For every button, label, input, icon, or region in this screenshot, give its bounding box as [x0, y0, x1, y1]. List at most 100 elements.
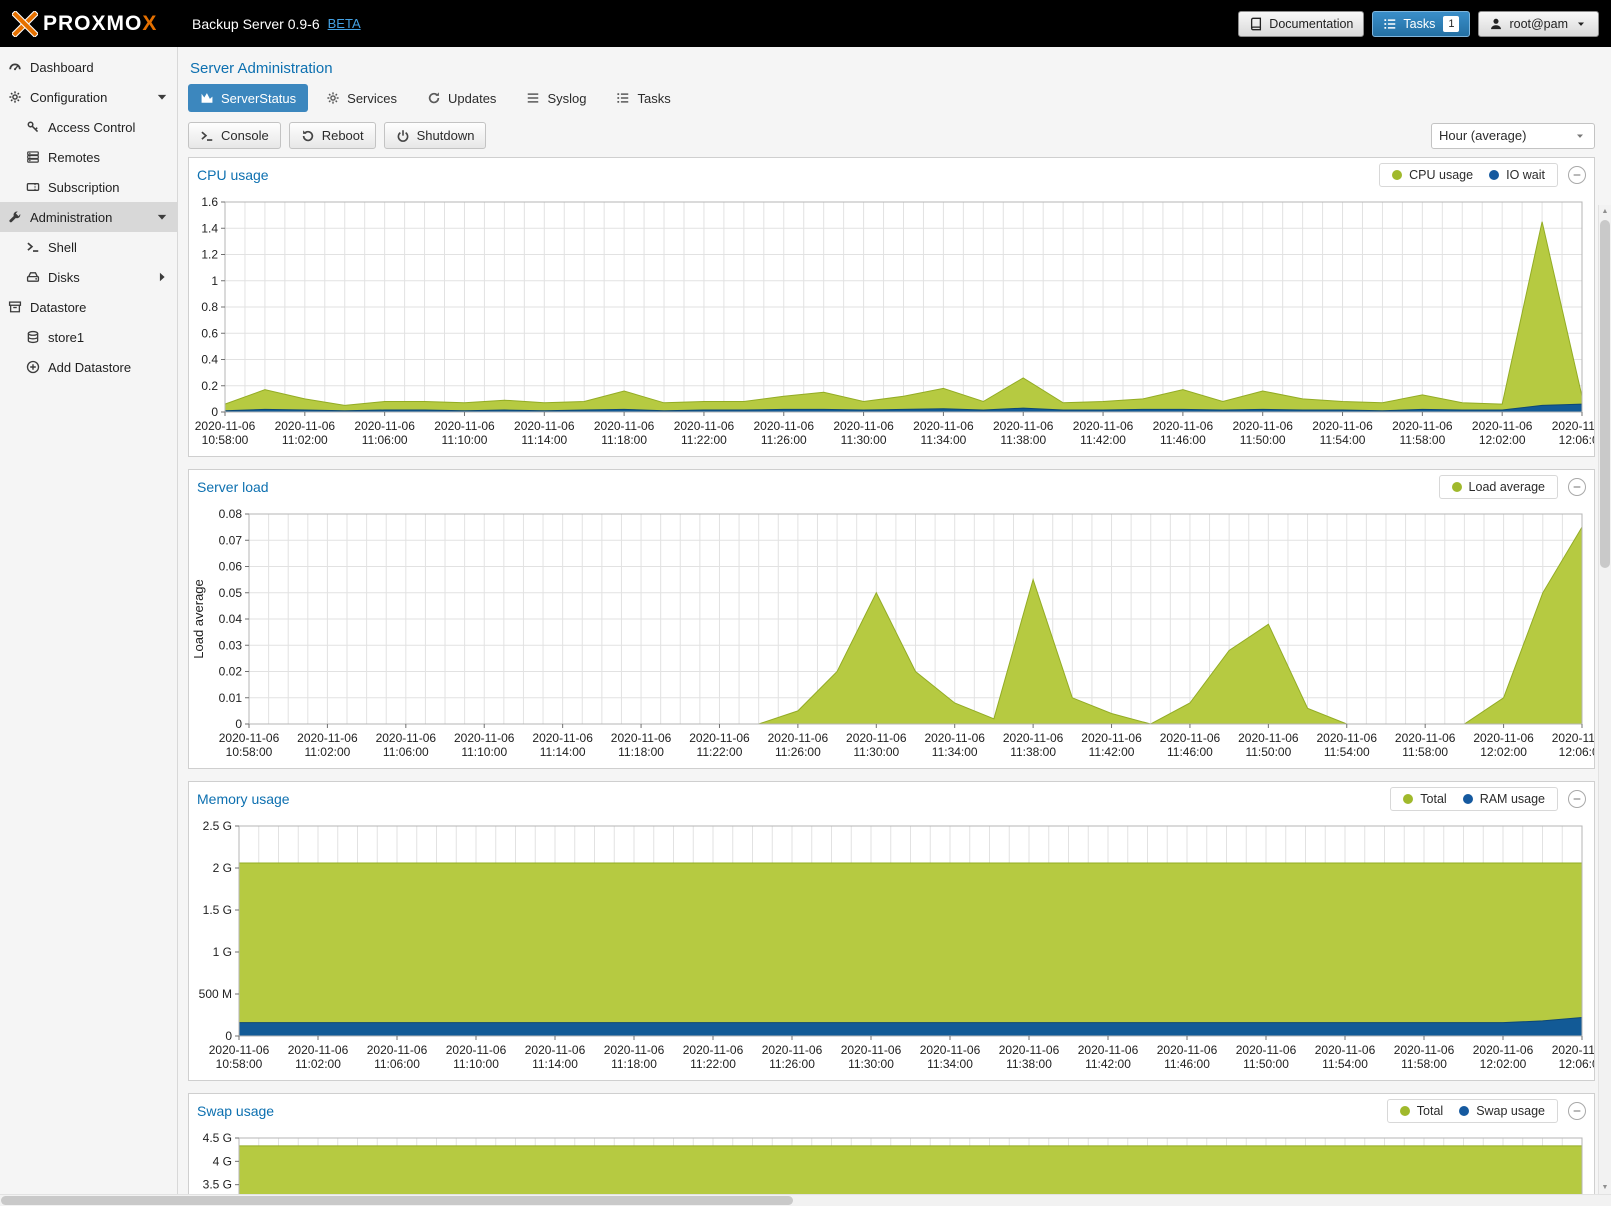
- svg-text:10:58:00: 10:58:00: [216, 1057, 263, 1071]
- collapse-panel-button[interactable]: [1568, 790, 1586, 808]
- documentation-button[interactable]: Documentation: [1238, 11, 1364, 37]
- svg-text:11:54:00: 11:54:00: [1320, 433, 1366, 447]
- button-label: Console: [221, 128, 269, 143]
- panel-title: CPU usage: [197, 167, 269, 183]
- sidebar-item-add-datastore[interactable]: Add Datastore: [0, 352, 177, 382]
- tab-label: Services: [347, 91, 397, 106]
- tasks-button[interactable]: Tasks 1: [1372, 11, 1470, 37]
- sidebar-item-remotes[interactable]: Remotes: [0, 142, 177, 172]
- svg-text:0.02: 0.02: [219, 665, 243, 679]
- svg-text:12:02:00: 12:02:00: [1480, 1057, 1527, 1071]
- svg-text:2020-11-06: 2020-11-06: [1153, 419, 1214, 433]
- legend-item-swap-usage[interactable]: Swap usage: [1459, 1104, 1545, 1118]
- tab-tasks[interactable]: Tasks: [604, 84, 682, 112]
- svg-text:0.05: 0.05: [219, 586, 243, 600]
- collapse-panel-button[interactable]: [1568, 166, 1586, 184]
- vertical-scroll-thumb[interactable]: [1600, 220, 1610, 568]
- svg-text:2020-11-06: 2020-11-06: [219, 731, 280, 745]
- svg-text:4 G: 4 G: [213, 1154, 232, 1168]
- legend-label: Total: [1417, 1104, 1443, 1118]
- timeframe-select[interactable]: Hour (average): [1431, 123, 1595, 149]
- svg-text:Load average: Load average: [191, 579, 206, 659]
- collapse-panel-button[interactable]: [1568, 478, 1586, 496]
- tab-bar: ServerStatus Services UpdatesSyslog Tasks: [188, 84, 1595, 112]
- svg-text:11:14:00: 11:14:00: [540, 745, 586, 759]
- user-menu-button[interactable]: root@pam: [1478, 11, 1599, 37]
- tab-updates[interactable]: Updates: [415, 84, 508, 112]
- svg-text:2020-11-06: 2020-11-06: [1392, 419, 1453, 433]
- svg-text:2020-11-06: 2020-11-06: [209, 1043, 270, 1057]
- svg-text:2020-11-06: 2020-11-06: [532, 731, 593, 745]
- svg-text:11:30:00: 11:30:00: [848, 1057, 894, 1071]
- caret-right-icon[interactable]: [155, 270, 169, 284]
- svg-text:2020-11-06: 2020-11-06: [297, 731, 358, 745]
- vertical-scrollbar[interactable]: ▲ ▼: [1598, 205, 1611, 1194]
- panel-swap-usage: Swap usageTotalSwap usage0500 M1 G1.5 G2…: [188, 1093, 1595, 1206]
- reboot-button[interactable]: Reboot: [289, 122, 376, 149]
- legend-label: Total: [1420, 792, 1446, 806]
- legend-item-io-wait[interactable]: IO wait: [1489, 168, 1545, 182]
- svg-text:4.5 G: 4.5 G: [203, 1131, 232, 1145]
- toolbar-buttons: Console Reboot Shutdown: [188, 122, 486, 149]
- svg-text:2020-11-06: 2020-11-06: [525, 1043, 586, 1057]
- scroll-up-arrow[interactable]: ▲: [1599, 205, 1611, 218]
- svg-text:11:42:00: 11:42:00: [1080, 433, 1126, 447]
- scroll-down-arrow[interactable]: ▼: [1599, 1181, 1611, 1194]
- sidebar-item-subscription[interactable]: Subscription: [0, 172, 177, 202]
- tab-syslog[interactable]: Syslog: [514, 84, 598, 112]
- sidebar-item-store1[interactable]: store1: [0, 322, 177, 352]
- svg-text:0.8: 0.8: [201, 300, 218, 314]
- svg-text:2.5 G: 2.5 G: [203, 819, 232, 833]
- reboot-icon: [301, 129, 315, 143]
- legend-item-total[interactable]: Total: [1400, 1104, 1443, 1118]
- sidebar-item-shell[interactable]: Shell: [0, 232, 177, 262]
- svg-text:11:30:00: 11:30:00: [853, 745, 899, 759]
- svg-text:0.01: 0.01: [219, 691, 243, 705]
- legend-item-total[interactable]: Total: [1403, 792, 1446, 806]
- svg-text:11:54:00: 11:54:00: [1322, 1057, 1368, 1071]
- chart-legend: Load average: [1439, 475, 1558, 499]
- refresh-icon: [427, 91, 441, 105]
- svg-text:2020-11-06: 2020-11-06: [454, 731, 515, 745]
- sidebar-item-label: Administration: [30, 210, 112, 225]
- tab-serverstatus[interactable]: ServerStatus: [188, 84, 308, 112]
- gauge-icon: [8, 60, 22, 74]
- legend-item-load-average[interactable]: Load average: [1452, 480, 1545, 494]
- sidebar-item-disks[interactable]: Disks: [0, 262, 177, 292]
- tab-services[interactable]: Services: [314, 84, 409, 112]
- tab-label: Tasks: [637, 91, 670, 106]
- horizontal-scroll-thumb[interactable]: [1, 1196, 793, 1205]
- sidebar-item-access-control[interactable]: Access Control: [0, 112, 177, 142]
- horizontal-scrollbar[interactable]: [0, 1194, 1611, 1206]
- sidebar-item-administration[interactable]: Administration: [0, 202, 177, 232]
- chart-area-icon: [200, 91, 214, 105]
- svg-text:2020-11-06: 2020-11-06: [604, 1043, 665, 1057]
- top-header: PROXMOX Backup Server 0.9-6 BETA Documen…: [0, 0, 1611, 47]
- minus-icon: [1571, 1105, 1583, 1117]
- console-button[interactable]: Console: [188, 122, 281, 149]
- svg-text:2020-11-06: 2020-11-06: [1395, 731, 1456, 745]
- server-icon: [26, 150, 40, 164]
- shutdown-button[interactable]: Shutdown: [384, 122, 487, 149]
- svg-text:2020-11-06: 2020-11-06: [689, 731, 750, 745]
- sidebar-item-configuration[interactable]: Configuration: [0, 82, 177, 112]
- caret-down-icon[interactable]: [155, 90, 169, 104]
- svg-text:12:06:00: 12:06:00: [1559, 1057, 1594, 1071]
- caret-down-icon[interactable]: [155, 210, 169, 224]
- beta-link[interactable]: BETA: [328, 16, 361, 31]
- terminal-icon: [200, 129, 214, 143]
- chart-legend: Total Swap usage: [1387, 1099, 1558, 1123]
- legend-item-ram-usage[interactable]: RAM usage: [1463, 792, 1545, 806]
- legend-item-cpu-usage[interactable]: CPU usage: [1392, 168, 1473, 182]
- sidebar-item-datastore[interactable]: Datastore: [0, 292, 177, 322]
- svg-text:11:26:00: 11:26:00: [775, 745, 821, 759]
- brand-text: PROXMO: [43, 12, 142, 35]
- header-actions: Documentation Tasks 1 root@pam: [1238, 11, 1599, 37]
- collapse-panel-button[interactable]: [1568, 1102, 1586, 1120]
- sidebar-item-label: Add Datastore: [48, 360, 131, 375]
- chart-memory-usage: 0500 M1 G1.5 G2 G2.5 G2020-11-0610:58:00…: [189, 816, 1594, 1080]
- svg-text:2020-11-06: 2020-11-06: [1394, 1043, 1455, 1057]
- svg-text:0.06: 0.06: [219, 560, 243, 574]
- sidebar-item-dashboard[interactable]: Dashboard: [0, 52, 177, 82]
- svg-text:500 M: 500 M: [199, 987, 232, 1001]
